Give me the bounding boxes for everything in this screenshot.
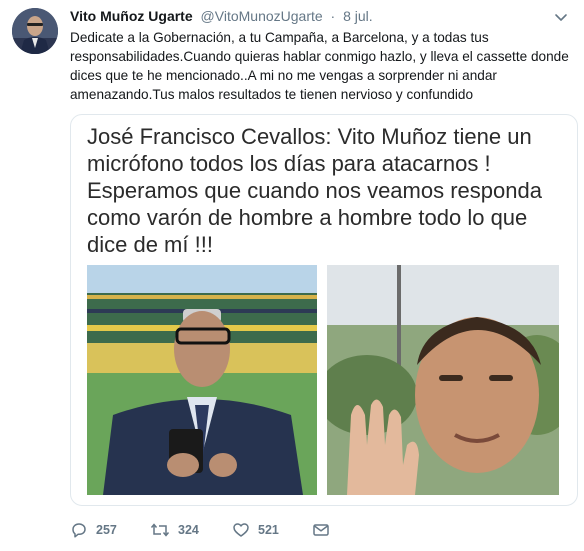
reply-icon xyxy=(72,523,86,538)
like-icon xyxy=(233,523,249,537)
tweet-date[interactable]: 8 jul. xyxy=(343,8,373,24)
retweet-count: 324 xyxy=(178,523,199,537)
retweet-icon xyxy=(150,523,170,537)
reply-count: 257 xyxy=(96,523,117,537)
tweet-text: Dedicate a la Gobernación, a tu Campaña,… xyxy=(70,30,569,102)
caret-down-icon[interactable] xyxy=(552,8,570,26)
reply-button[interactable]: 257 xyxy=(70,518,117,542)
avatar[interactable] xyxy=(12,8,58,54)
message-icon xyxy=(313,524,329,536)
tweet-actions: 257 324 521 xyxy=(70,518,550,542)
author-name[interactable]: Vito Muñoz Ugarte xyxy=(70,8,193,24)
avatar-photo xyxy=(12,8,58,54)
separator-dot: · xyxy=(330,8,336,24)
like-count: 521 xyxy=(258,523,279,537)
like-button[interactable]: 521 xyxy=(232,518,279,542)
retweet-button[interactable]: 324 xyxy=(150,518,199,542)
media-quote-text: José Francisco Cevallos: Vito Muñoz tien… xyxy=(87,124,542,257)
media-photo-right xyxy=(327,265,559,495)
media-photo-left xyxy=(87,265,317,495)
tweet: Vito Muñoz Ugarte @VitoMunozUgarte · 8 j… xyxy=(0,0,584,551)
tweet-media[interactable]: José Francisco Cevallos: Vito Muñoz tien… xyxy=(70,114,578,506)
direct-message-button[interactable] xyxy=(312,518,330,542)
tweet-header: Vito Muñoz Ugarte @VitoMunozUgarte · 8 j… xyxy=(70,8,373,24)
author-handle[interactable]: @VitoMunozUgarte xyxy=(201,8,323,24)
